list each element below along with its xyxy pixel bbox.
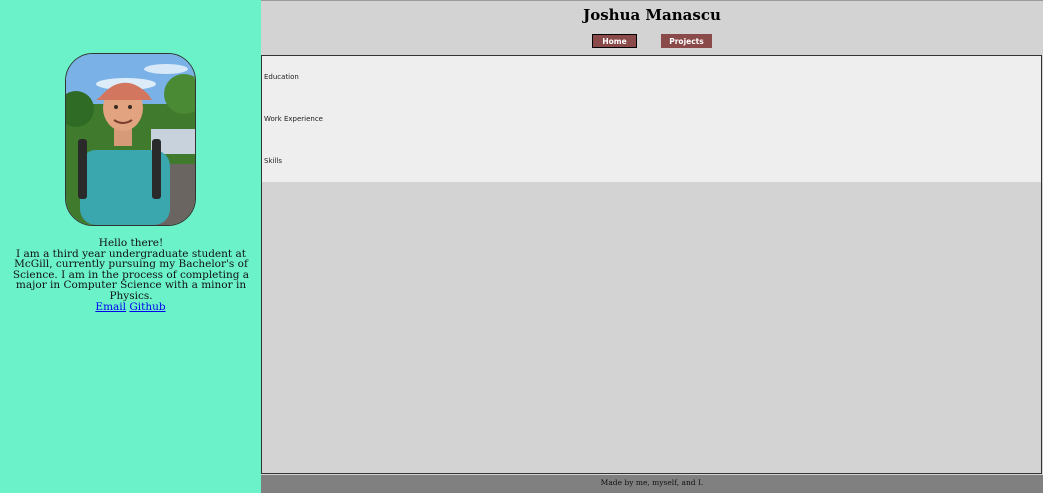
email-link[interactable]: Email — [95, 301, 126, 313]
contact-links: Email Github — [0, 301, 261, 313]
section-list: Education Work Experience Skills — [262, 56, 1041, 182]
section-skills[interactable]: Skills — [264, 157, 282, 165]
section-work-experience[interactable]: Work Experience — [264, 115, 323, 123]
bio-block: Hello there! I am a third year undergrad… — [8, 238, 254, 302]
bio-text: I am a third year undergraduate student … — [12, 247, 250, 302]
section-education[interactable]: Education — [264, 73, 299, 81]
page-footer: Made by me, myself, and I. — [261, 475, 1043, 493]
profile-photo — [65, 53, 196, 226]
main-content: Education Work Experience Skills — [261, 55, 1042, 474]
profile-sidebar: Hello there! I am a third year undergrad… — [0, 0, 261, 493]
projects-button[interactable]: Projects — [661, 34, 712, 48]
github-link[interactable]: Github — [129, 301, 165, 313]
footer-text: Made by me, myself, and I. — [600, 478, 704, 487]
portrait-image — [66, 54, 195, 225]
greeting-text: Hello there! — [98, 237, 164, 249]
page-header: Joshua Manascu Home Projects — [261, 0, 1043, 56]
page-title: Joshua Manascu — [583, 6, 721, 24]
home-button[interactable]: Home — [592, 34, 637, 48]
